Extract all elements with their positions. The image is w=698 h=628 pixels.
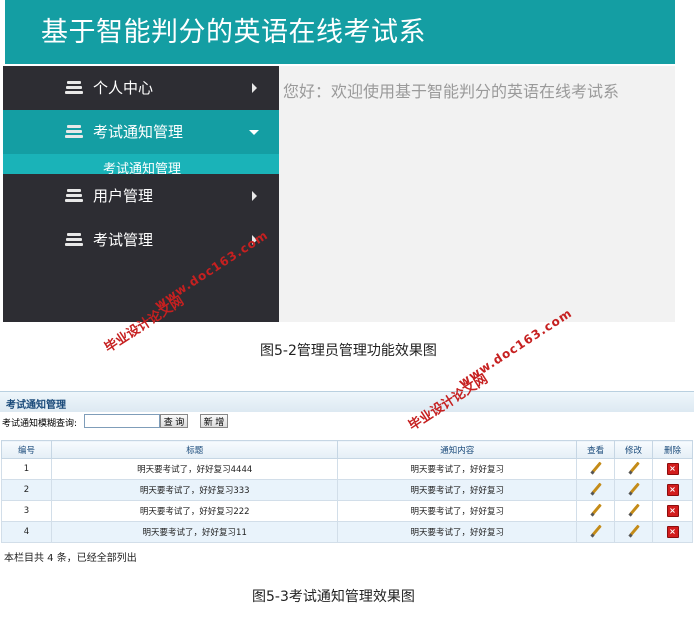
view-pencil-icon[interactable] <box>590 462 602 474</box>
table-row: 3 明天要考试了，好好复习222 明天要考试了，好好复习 × <box>1 500 693 522</box>
sidebar-item-label: 用户管理 <box>93 187 154 205</box>
sidebar-item-label: 考试管理 <box>93 231 154 249</box>
column-header: 标题 <box>50 440 339 459</box>
cell-title: 明天要考试了，好好复习222 <box>50 500 339 522</box>
main-content: 您好：欢迎使用基于智能判分的英语在线考试系 <box>279 66 675 322</box>
sidebar: 个人中心 考试通知管理 考试通知管理 用户管理 考试管理 <box>3 66 279 322</box>
welcome-text: 您好：欢迎使用基于智能判分的英语在线考试系 <box>283 82 620 101</box>
figure-caption-1: 图5-2管理员管理功能效果图 <box>260 343 437 359</box>
sidebar-item-personal-center[interactable]: 个人中心 <box>3 66 279 110</box>
cell-id: 1 <box>1 458 52 480</box>
cell-title: 明天要考试了，好好复习4444 <box>50 458 339 480</box>
search-bar: 考试通知模糊查询: 查 询 新 增 <box>0 413 694 431</box>
app-header: 基于智能判分的英语在线考试系 <box>5 0 675 64</box>
chevron-right-icon <box>252 83 257 93</box>
add-button[interactable]: 新 增 <box>200 414 228 428</box>
view-pencil-icon[interactable] <box>590 504 602 516</box>
cell-id: 3 <box>1 500 52 522</box>
cell-title: 明天要考试了，好好复习333 <box>50 479 339 501</box>
cell-id: 4 <box>1 521 52 543</box>
cell-content: 明天要考试了，好好复习 <box>337 479 578 501</box>
list-icon <box>65 81 83 95</box>
list-icon <box>65 233 83 247</box>
notice-table: 编号 标题 通知内容 查看 修改 删除 1 明天要考试了，好好复习4444 明天… <box>1 440 693 543</box>
cell-id: 2 <box>1 479 52 501</box>
table-row: 4 明天要考试了，好好复习11 明天要考试了，好好复习 × <box>1 521 693 543</box>
edit-pencil-icon[interactable] <box>628 483 640 495</box>
list-icon <box>65 125 83 139</box>
search-input[interactable] <box>84 414 160 428</box>
delete-icon[interactable]: × <box>666 526 679 538</box>
sidebar-item-user-management[interactable]: 用户管理 <box>3 174 279 218</box>
chevron-right-icon <box>252 191 257 201</box>
submenu-item-exam-notice[interactable]: 考试通知管理 <box>3 154 279 174</box>
sidebar-item-label: 个人中心 <box>93 79 154 97</box>
sidebar-item-label: 考试通知管理 <box>93 123 184 141</box>
table-row: 2 明天要考试了，好好复习333 明天要考试了，好好复习 × <box>1 479 693 501</box>
cell-content: 明天要考试了，好好复习 <box>337 500 578 522</box>
column-header: 删除 <box>652 440 693 459</box>
edit-pencil-icon[interactable] <box>628 504 640 516</box>
column-header: 编号 <box>1 440 52 459</box>
panel-header: 考试通知管理 <box>0 391 694 412</box>
table-row: 1 明天要考试了，好好复习4444 明天要考试了，好好复习 × <box>1 458 693 480</box>
delete-icon[interactable]: × <box>666 484 679 496</box>
record-count-note: 本栏目共 4 条，已经全部列出 <box>4 553 137 564</box>
cell-title: 明天要考试了，好好复习11 <box>50 521 339 543</box>
edit-pencil-icon[interactable] <box>628 462 640 474</box>
edit-pencil-icon[interactable] <box>628 525 640 537</box>
table-header-row: 编号 标题 通知内容 查看 修改 删除 <box>1 440 693 459</box>
column-header: 修改 <box>614 440 653 459</box>
search-button[interactable]: 查 询 <box>160 414 188 428</box>
app-title: 基于智能判分的英语在线考试系 <box>41 17 426 48</box>
figure-caption-2: 图5-3考试通知管理效果图 <box>252 589 415 605</box>
cell-content: 明天要考试了，好好复习 <box>337 458 578 480</box>
chevron-down-icon <box>249 130 259 135</box>
sidebar-item-exam-notice[interactable]: 考试通知管理 <box>3 110 279 154</box>
search-label: 考试通知模糊查询: <box>2 419 78 429</box>
submenu-item-label: 考试通知管理 <box>103 162 182 174</box>
cell-content: 明天要考试了，好好复习 <box>337 521 578 543</box>
delete-icon[interactable]: × <box>666 463 679 475</box>
column-header: 通知内容 <box>337 440 578 459</box>
view-pencil-icon[interactable] <box>590 525 602 537</box>
delete-icon[interactable]: × <box>666 505 679 517</box>
view-pencil-icon[interactable] <box>590 483 602 495</box>
list-icon <box>65 189 83 203</box>
panel-title: 考试通知管理 <box>6 400 66 411</box>
column-header: 查看 <box>576 440 616 459</box>
